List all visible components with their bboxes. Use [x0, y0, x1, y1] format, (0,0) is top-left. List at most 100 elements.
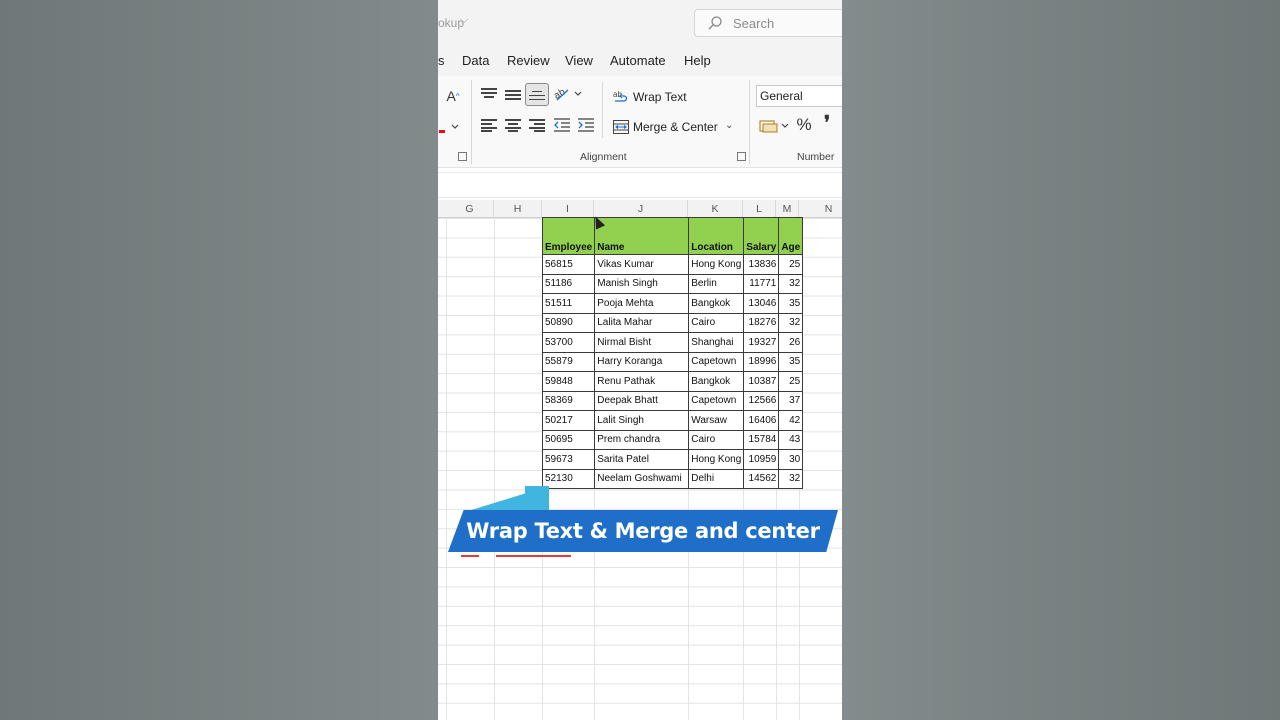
location-cell[interactable]: Delhi [688, 468, 745, 489]
location-cell[interactable]: Shanghai [688, 332, 745, 353]
age-cell[interactable]: 30 [778, 449, 804, 470]
salary-cell[interactable]: 13046 [743, 293, 780, 314]
name-cell[interactable]: Lalita Mahar [594, 312, 690, 333]
name-cell[interactable]: Vikas Kumar [594, 254, 690, 275]
location-cell[interactable]: Bangkok [688, 371, 745, 392]
tab-automate[interactable]: Automate [610, 53, 666, 68]
salary-cell[interactable]: 15784 [743, 429, 780, 450]
header-cell-age[interactable]: Age [778, 217, 804, 255]
employee-id-cell[interactable]: 52130 [541, 468, 596, 489]
employee-id-cell[interactable]: 51511 [541, 293, 596, 314]
column-header-m[interactable]: M [776, 200, 799, 218]
top-align-button[interactable] [478, 84, 500, 104]
location-cell[interactable]: Hong Kong [688, 254, 745, 275]
accounting-format-button[interactable] [758, 116, 792, 136]
location-cell[interactable]: Capetown [688, 351, 745, 372]
location-cell[interactable]: Warsaw [688, 410, 745, 431]
salary-cell[interactable]: 11771 [743, 273, 780, 294]
employee-id-cell[interactable]: 51186 [541, 273, 596, 294]
merge-center-button[interactable]: Merge & Center [613, 117, 718, 137]
column-header-g[interactable]: G [446, 200, 494, 218]
age-cell[interactable]: 35 [778, 293, 804, 314]
column-header-k[interactable]: K [688, 200, 743, 218]
age-cell[interactable]: 43 [778, 429, 804, 450]
orientation-button[interactable]: ab [552, 84, 584, 104]
align-center-button[interactable] [502, 115, 524, 135]
location-cell[interactable]: Bangkok [688, 293, 745, 314]
tab-data[interactable]: Data [462, 53, 489, 68]
formula-bar[interactable] [438, 172, 842, 198]
column-header-l[interactable]: L [743, 200, 776, 218]
decrease-indent-button[interactable] [551, 115, 573, 135]
age-cell[interactable]: 32 [778, 312, 804, 333]
location-cell[interactable]: Berlin [688, 273, 745, 294]
comma-style-button[interactable]: ❜ [820, 112, 834, 134]
salary-cell[interactable]: 19327 [743, 332, 780, 353]
name-cell[interactable]: Prem chandra [594, 429, 690, 450]
employee-id-cell[interactable]: 50217 [541, 410, 596, 431]
age-cell[interactable]: 26 [778, 332, 804, 353]
salary-cell[interactable]: 12566 [743, 390, 780, 411]
column-header-h[interactable]: H [494, 200, 542, 218]
salary-cell[interactable]: 14562 [743, 468, 780, 489]
employee-id-cell[interactable]: 53700 [541, 332, 596, 353]
align-left-button[interactable] [478, 115, 500, 135]
name-cell[interactable]: Sarita Patel [594, 449, 690, 470]
age-cell[interactable]: 42 [778, 410, 804, 431]
employee-id-cell[interactable]: 50890 [541, 312, 596, 333]
header-cell-location[interactable]: Location [688, 217, 745, 255]
merge-dropdown-chevron-icon[interactable]: ⌄ [725, 120, 733, 131]
header-cell-salary[interactable]: Salary [743, 217, 780, 255]
employee-id-cell[interactable]: 50695 [541, 429, 596, 450]
location-cell[interactable]: Hong Kong [688, 449, 745, 470]
age-cell[interactable]: 32 [778, 468, 804, 489]
middle-align-button[interactable] [502, 84, 524, 104]
tab-formulas[interactable]: s [438, 53, 445, 68]
name-cell[interactable]: Deepak Bhatt [594, 390, 690, 411]
column-header-j[interactable]: J [594, 200, 688, 218]
name-cell[interactable]: Renu Pathak [594, 371, 690, 392]
name-cell[interactable]: Nirmal Bisht [594, 332, 690, 353]
column-header-n[interactable]: N [799, 200, 842, 218]
font-color-button[interactable] [438, 116, 462, 136]
chevron-down-icon[interactable]: ⌵ [460, 14, 468, 27]
age-cell[interactable]: 37 [778, 390, 804, 411]
name-cell[interactable]: Manish Singh [594, 273, 690, 294]
tab-view[interactable]: View [565, 53, 593, 68]
percent-style-button[interactable]: % [794, 114, 814, 136]
location-cell[interactable]: Cairo [688, 312, 745, 333]
salary-cell[interactable]: 18276 [743, 312, 780, 333]
age-cell[interactable]: 32 [778, 273, 804, 294]
salary-cell[interactable]: 10959 [743, 449, 780, 470]
increase-indent-button[interactable] [575, 115, 597, 135]
age-cell[interactable]: 35 [778, 351, 804, 372]
tab-review[interactable]: Review [507, 53, 550, 68]
name-cell[interactable]: Neelam Goshwami [594, 468, 690, 489]
align-right-button[interactable] [526, 115, 548, 135]
column-header-i[interactable]: I [542, 200, 594, 218]
font-dialog-launcher-icon[interactable] [458, 152, 467, 161]
name-cell[interactable]: Lalit Singh [594, 410, 690, 431]
age-cell[interactable]: 25 [778, 371, 804, 392]
name-cell[interactable]: Pooja Mehta [594, 293, 690, 314]
header-cell-name[interactable]: Name [594, 217, 690, 255]
employee-id-cell[interactable]: 55879 [541, 351, 596, 372]
employee-id-cell[interactable]: 59848 [541, 371, 596, 392]
employee-id-cell[interactable]: 58369 [541, 390, 596, 411]
employee-id-cell[interactable]: 56815 [541, 254, 596, 275]
age-cell[interactable]: 25 [778, 254, 804, 275]
bottom-align-button[interactable] [525, 83, 549, 106]
location-cell[interactable]: Cairo [688, 429, 745, 450]
salary-cell[interactable]: 13836 [743, 254, 780, 275]
wrap-text-button[interactable]: ab Wrap Text [613, 87, 687, 107]
salary-cell[interactable]: 10387 [743, 371, 780, 392]
employee-id-cell[interactable]: 59673 [541, 449, 596, 470]
location-cell[interactable]: Capetown [688, 390, 745, 411]
name-cell[interactable]: Harry Koranga [594, 351, 690, 372]
header-cell-employee[interactable]: Employee [541, 217, 596, 255]
number-format-select[interactable]: General [756, 85, 842, 107]
search-box[interactable]: Search [694, 9, 842, 37]
salary-cell[interactable]: 18996 [743, 351, 780, 372]
increase-font-size-button[interactable]: A ^ [444, 86, 462, 106]
tab-help[interactable]: Help [684, 53, 711, 68]
